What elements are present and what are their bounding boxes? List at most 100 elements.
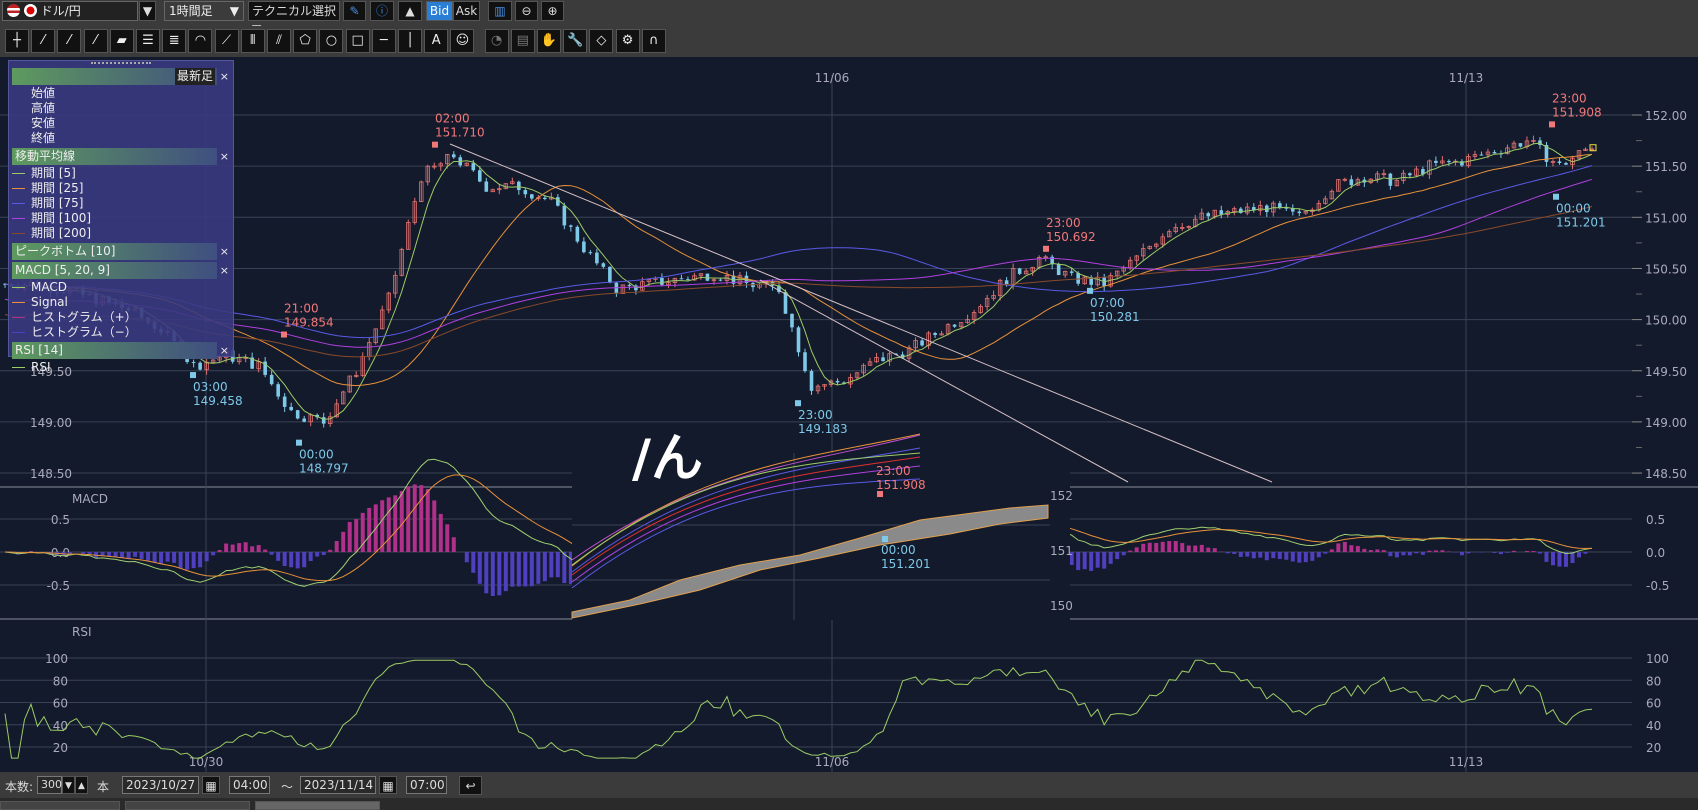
chart-canvas[interactable]: 152.00 151.50 151.00 150.50 150.00 149.50 149.…	[0, 0, 1698, 772]
legend-item[interactable]: 期間 [5]	[9, 166, 233, 181]
macd-histogram-bar	[139, 552, 144, 559]
macd-histogram-bar	[1407, 552, 1412, 556]
macd-histogram-bar	[497, 552, 502, 596]
macd-histogram-bar	[536, 552, 541, 584]
close-icon[interactable]: ×	[220, 68, 229, 85]
close-icon[interactable]: ×	[220, 342, 229, 359]
peak-marker	[281, 331, 287, 338]
legend-item[interactable]: 期間 [100]	[9, 211, 233, 226]
overlay-bottom-time: 00:00	[881, 543, 916, 557]
candle	[1414, 166, 1419, 178]
macd-histogram-bar	[549, 552, 554, 578]
candle	[256, 358, 261, 373]
macd-histogram-bar	[1180, 543, 1185, 552]
macd-histogram-bar	[1297, 552, 1302, 563]
calendar-icon[interactable]: ▦	[379, 776, 397, 794]
macd-histogram-bar	[1492, 552, 1497, 553]
legend-item[interactable]: MACD	[9, 280, 233, 295]
macd-histogram-bar	[1459, 552, 1464, 556]
candle	[939, 330, 944, 336]
legend-drag-handle[interactable]	[91, 62, 151, 66]
macd-histogram-bar	[152, 552, 157, 563]
ma-line-100	[4, 178, 1593, 348]
left-price-tick-label: 148.50	[30, 467, 72, 481]
close-icon[interactable]: ×	[220, 243, 229, 260]
candle	[432, 162, 437, 170]
bottom-time-label: 03:00	[193, 380, 228, 394]
candle	[1564, 161, 1568, 166]
candle	[236, 353, 242, 365]
macd-histogram-bar	[1375, 549, 1380, 552]
candle	[920, 338, 924, 347]
candle	[1199, 208, 1204, 221]
tab[interactable]	[125, 801, 250, 810]
macd-histogram-bar	[224, 543, 229, 552]
macd-histogram-bar	[1147, 542, 1152, 552]
legend-item[interactable]: ヒストグラム（−）	[9, 325, 233, 340]
macd-histogram-bar	[321, 552, 326, 556]
candle	[874, 352, 879, 363]
candle	[796, 325, 801, 357]
macd-histogram-bar	[159, 552, 164, 564]
legend-item-label: 期間 [100]	[31, 211, 92, 225]
candle	[1375, 170, 1380, 183]
macd-histogram-bar	[1323, 552, 1328, 554]
candle	[1329, 189, 1335, 200]
latest-bar-label: 最新足	[174, 68, 215, 85]
calendar-icon[interactable]: ▦	[202, 776, 220, 794]
count-label: 本数:	[5, 780, 34, 794]
bar-count-input[interactable]: 300	[37, 776, 62, 794]
start-date-input[interactable]: 2023/10/27	[122, 776, 199, 794]
legend-item[interactable]: 期間 [75]	[9, 196, 233, 211]
macd-tick-label: 0.0	[1646, 546, 1665, 560]
legend-item[interactable]: ヒストグラム（+）	[9, 310, 233, 325]
candle	[653, 276, 658, 282]
tab[interactable]	[255, 801, 380, 810]
macd-histogram-bar	[211, 552, 216, 556]
macd-histogram-bar	[282, 552, 287, 567]
bottom-marker	[795, 400, 801, 407]
macd-histogram-bar	[81, 552, 86, 554]
end-time-input[interactable]: 07:00	[406, 776, 447, 794]
candle	[1251, 203, 1256, 213]
count-up-button[interactable]: ▲	[75, 776, 88, 794]
legend-item[interactable]: 期間 [25]	[9, 181, 233, 196]
macd-histogram-bar	[1355, 546, 1360, 552]
indicator-legend-panel[interactable]: 最新足 × 始値 高値 安値 終値 移動平均線 × 期間 [5] 期間 [25] 期間 …	[8, 60, 234, 374]
candle	[1583, 147, 1588, 152]
legend-item[interactable]: 期間 [200]	[9, 226, 233, 241]
macd-histogram-bar	[1414, 552, 1419, 554]
candle	[1531, 135, 1536, 145]
macd-histogram-bar	[1349, 545, 1354, 552]
macd-histogram-bar	[1433, 550, 1438, 552]
line-swatch	[12, 332, 25, 333]
start-time-input[interactable]: 04:00	[229, 776, 270, 794]
candle	[419, 180, 424, 203]
close-icon[interactable]: ×	[220, 262, 229, 279]
macd-histogram-bar	[1394, 552, 1399, 558]
bottom-time-label: 00:00	[1556, 202, 1591, 216]
candle	[276, 382, 280, 400]
legend-item[interactable]: Signal	[9, 295, 233, 310]
macd-histogram-bar	[1115, 552, 1120, 560]
macd-histogram-bar	[1121, 552, 1126, 556]
price-tick-label: 150.00	[1645, 314, 1687, 328]
count-down-button[interactable]: ▼	[62, 776, 75, 794]
macd-histogram-bar	[172, 552, 177, 563]
macd-panel-label: MACD	[72, 492, 108, 506]
trend-line[interactable]	[449, 143, 1273, 483]
candle	[1173, 223, 1178, 234]
overlay-bottom-price: 151.201	[881, 557, 931, 571]
return-icon[interactable]: ↩	[459, 776, 482, 795]
trend-line[interactable]	[759, 279, 1129, 483]
close-icon[interactable]: ×	[220, 148, 229, 165]
candle	[1570, 155, 1575, 170]
candle	[1589, 146, 1595, 151]
macd-histogram-bar	[1186, 545, 1191, 552]
overlay-tick-label: 151	[1050, 544, 1073, 558]
legend-item[interactable]: RSI	[9, 360, 233, 375]
candle	[510, 177, 515, 185]
end-date-input[interactable]: 2023/11/14	[300, 776, 376, 794]
tab[interactable]	[0, 801, 120, 810]
peak-price-label: 151.908	[1552, 105, 1602, 119]
